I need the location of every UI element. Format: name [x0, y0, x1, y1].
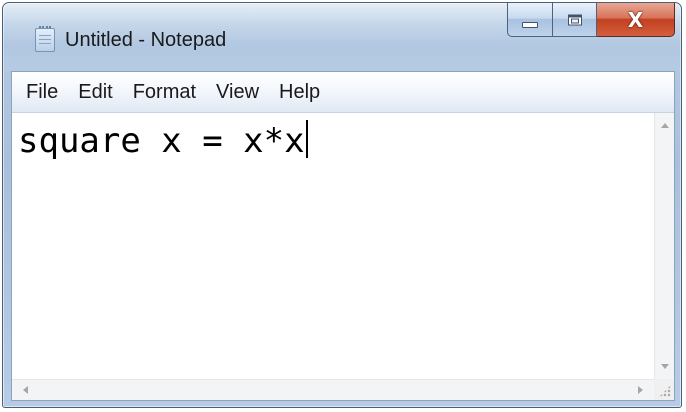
menu-format[interactable]: Format: [124, 79, 205, 106]
menu-edit[interactable]: Edit: [69, 79, 121, 106]
scroll-left-icon[interactable]: [23, 386, 28, 394]
window-title: Untitled - Notepad: [65, 29, 227, 51]
editor-content[interactable]: square x = x*x: [18, 119, 308, 163]
close-button[interactable]: X: [597, 3, 675, 37]
vertical-scrollbar[interactable]: [654, 113, 674, 379]
notepad-icon[interactable]: [35, 26, 55, 52]
minimize-button[interactable]: [507, 3, 553, 37]
caption-buttons: X: [507, 3, 675, 39]
editor-text: square x = x*x: [18, 121, 305, 161]
title-bar[interactable]: Untitled - Notepad X: [3, 3, 681, 71]
resize-grip-icon: [659, 385, 671, 397]
close-icon: X: [627, 7, 644, 32]
scroll-up-icon[interactable]: [661, 123, 669, 128]
menu-bar: File Edit Format View Help: [12, 72, 674, 113]
scroll-down-icon[interactable]: [661, 364, 669, 369]
maximize-button[interactable]: [553, 3, 597, 37]
menu-view[interactable]: View: [207, 79, 268, 106]
notepad-window: Untitled - Notepad X File Edit Format Vi…: [2, 2, 682, 408]
horizontal-scrollbar[interactable]: [12, 379, 654, 400]
minimize-icon: [522, 21, 538, 28]
maximize-icon: [567, 14, 582, 25]
menu-file[interactable]: File: [17, 79, 67, 106]
size-grip[interactable]: [654, 379, 674, 400]
scroll-right-icon[interactable]: [638, 386, 643, 394]
text-editor[interactable]: square x = x*x: [12, 113, 654, 379]
menu-help[interactable]: Help: [270, 79, 329, 106]
text-caret: [305, 120, 308, 158]
client-area: File Edit Format View Help square x = x*…: [11, 71, 675, 401]
